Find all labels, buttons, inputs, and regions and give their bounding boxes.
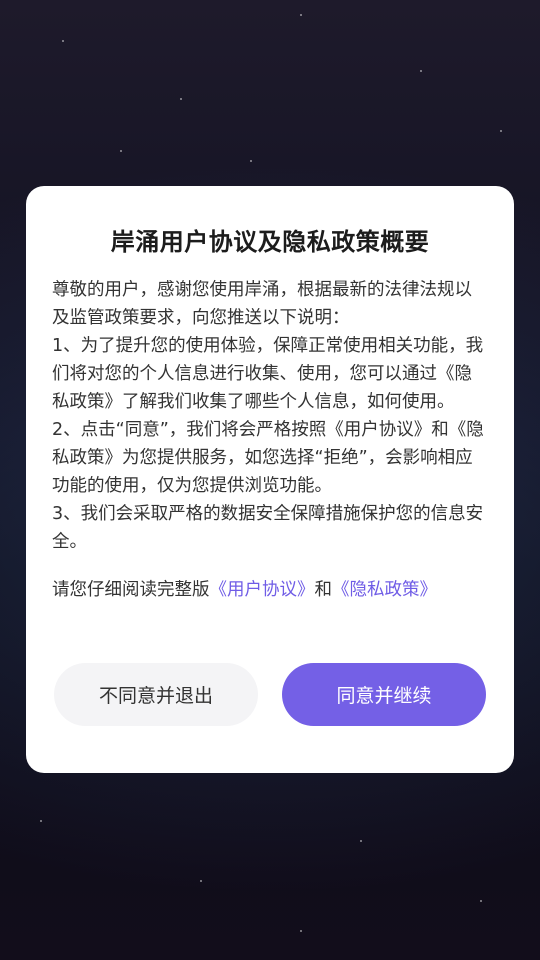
accept-and-continue-button[interactable]: 同意并继续 xyxy=(282,663,486,726)
dialog-buttons: 不同意并退出 同意并继续 xyxy=(54,663,486,726)
dialog-title: 岸涌用户协议及隐私政策概要 xyxy=(110,228,430,256)
read-prefix-text: 请您仔细阅读完整版 xyxy=(52,580,210,600)
dialog-content: 尊敬的用户，感谢您使用岸涌，根据最新的法律法规以及监管政策要求，向您推送以下说明… xyxy=(52,276,488,556)
privacy-policy-link[interactable]: 《隐私政策》 xyxy=(332,580,437,600)
clause-1-paragraph: 1、为了提升您的使用体验，保障正常使用相关功能，我们将对您的个人信息进行收集、使… xyxy=(52,336,484,412)
read-full-version-line: 请您仔细阅读完整版《用户协议》和《隐私政策》 xyxy=(52,576,488,604)
user-agreement-link[interactable]: 《用户协议》 xyxy=(210,580,315,600)
intro-paragraph: 尊敬的用户，感谢您使用岸涌，根据最新的法律法规以及监管政策要求，向您推送以下说明… xyxy=(52,280,472,328)
clause-2-paragraph: 2、点击“同意”，我们将会严格按照《用户协议》和《隐私政策》为您提供服务，如您选… xyxy=(52,420,484,496)
privacy-agreement-dialog: 岸涌用户协议及隐私政策概要 尊敬的用户，感谢您使用岸涌，根据最新的法律法规以及监… xyxy=(26,186,514,773)
decline-and-exit-button[interactable]: 不同意并退出 xyxy=(54,663,258,726)
read-and-text: 和 xyxy=(314,580,333,600)
clause-3-paragraph: 3、我们会采取严格的数据安全保障措施保护您的信息安全。 xyxy=(52,504,484,552)
